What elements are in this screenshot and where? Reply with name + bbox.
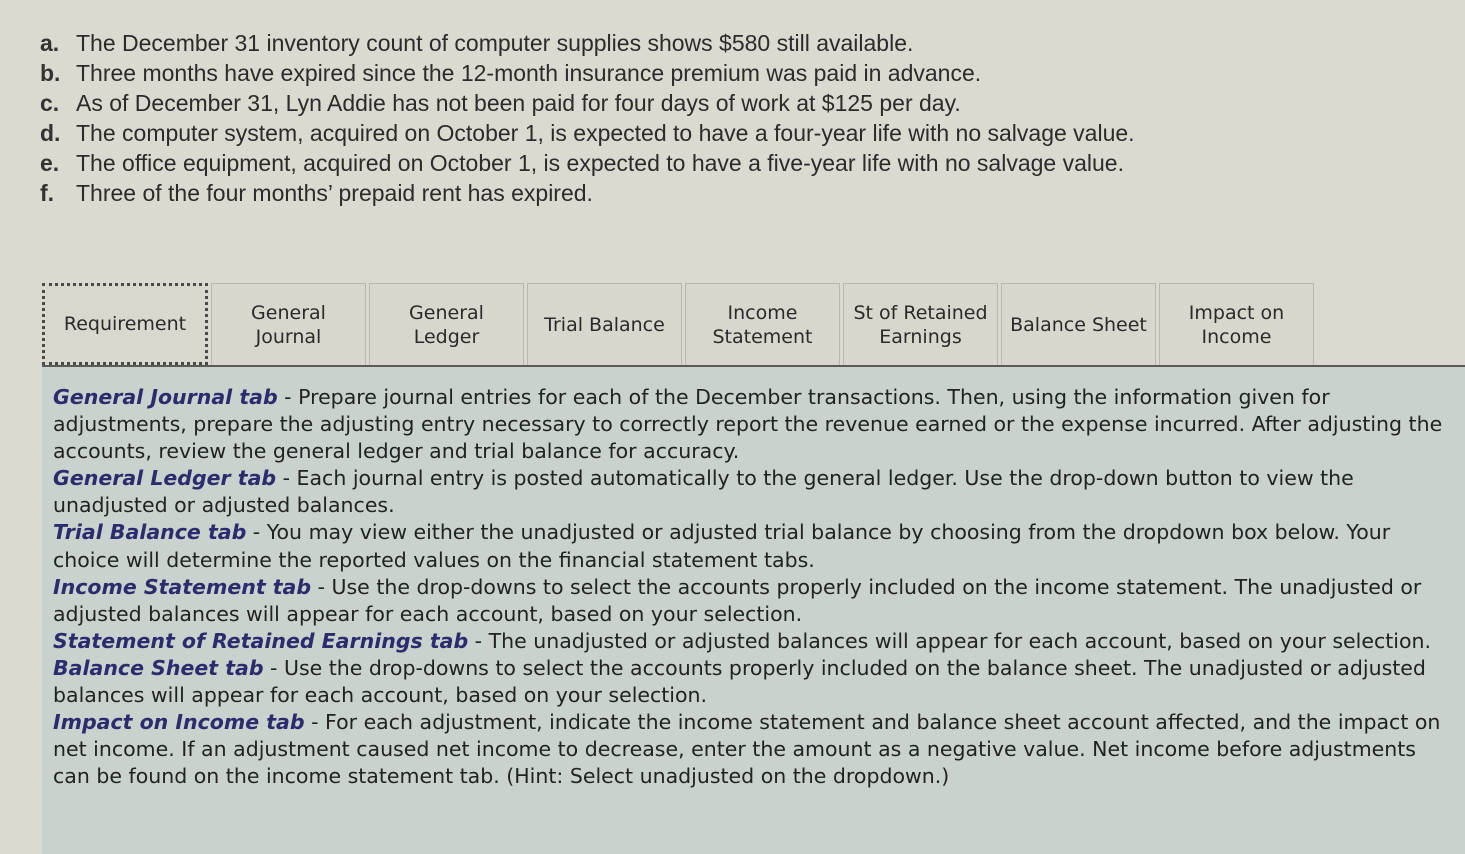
requirement-item: a. The December 31 inventory count of com… (40, 28, 1135, 58)
requirement-letter: e. (40, 150, 60, 176)
requirement-item: f. Three of the four months’ prepaid rent… (40, 178, 1135, 208)
instruction-balance-sheet: Balance Sheet tab - Use the drop-downs t… (53, 655, 1448, 709)
requirements-list: a. The December 31 inventory count of com… (40, 28, 1135, 208)
tab-label: Income Statement (712, 301, 813, 348)
tab-label: General Journal (251, 301, 326, 348)
tab-general-journal[interactable]: General Journal (211, 283, 366, 365)
tab-trial-balance[interactable]: Trial Balance (527, 283, 682, 365)
tab-label: Trial Balance (544, 313, 665, 336)
tab-label: General Ledger (409, 301, 484, 348)
instruction-separator: - (277, 385, 299, 409)
instruction-title: Impact on Income tab (53, 710, 305, 735)
requirement-item: c. As of December 31, Lyn Addie has not b… (40, 88, 1135, 118)
requirement-letter: a. (40, 30, 60, 56)
requirement-text: As of December 31, Lyn Addie has not bee… (76, 90, 961, 116)
requirement-text: Three months have expired since the 12-m… (76, 60, 982, 86)
requirement-letter: f. (40, 180, 55, 206)
instruction-income-statement: Income Statement tab - Use the drop-down… (53, 574, 1448, 628)
instruction-impact-on-income: Impact on Income tab - For each adjustme… (53, 709, 1448, 790)
instruction-title: General Journal tab (53, 385, 278, 409)
instruction-title: General Ledger tab (53, 466, 277, 491)
tab-st-of-retained-earnings[interactable]: St of Retained Earnings (843, 283, 998, 365)
requirement-item: d. The computer system, acquired on Octob… (40, 118, 1135, 148)
instruction-general-ledger: General Ledger tab - Each journal entry … (53, 465, 1448, 519)
instruction-text: The unadjusted or adjusted balances will… (488, 628, 1432, 653)
instruction-separator: - (246, 520, 267, 545)
instruction-retained-earnings: Statement of Retained Earnings tab - The… (53, 628, 1448, 655)
requirement-text: The computer system, acquired on October… (76, 120, 1135, 146)
instruction-separator: - (304, 710, 326, 735)
instruction-title: Statement of Retained Earnings tab (53, 628, 469, 653)
requirement-text: The December 31 inventory count of compu… (76, 30, 914, 56)
requirement-text: Three of the four months’ prepaid rent h… (76, 180, 593, 206)
tab-label: Impact on Income (1188, 301, 1285, 348)
tab-bar: Requirement General Journal General Ledg… (42, 283, 1317, 365)
instruction-separator: - (468, 628, 489, 653)
requirement-text: The office equipment, acquired on Octobe… (76, 150, 1124, 176)
requirement-letter: c. (40, 90, 60, 116)
requirement-item: b. Three months have expired since the 12… (40, 58, 1135, 88)
tab-balance-sheet[interactable]: Balance Sheet (1001, 283, 1156, 365)
instruction-separator: - (311, 574, 332, 599)
tab-general-ledger[interactable]: General Ledger (369, 283, 524, 365)
tab-label: St of Retained Earnings (853, 301, 988, 348)
instruction-general-journal: General Journal tab - Prepare journal en… (53, 384, 1448, 465)
instructions: General Journal tab - Prepare journal en… (53, 384, 1448, 790)
requirement-item: e. The office equipment, acquired on Octo… (40, 148, 1135, 178)
tab-impact-on-income[interactable]: Impact on Income (1159, 283, 1314, 365)
instruction-separator: - (276, 466, 297, 491)
instruction-title: Trial Balance tab (53, 520, 247, 545)
requirement-letter: d. (40, 120, 61, 146)
instruction-title: Balance Sheet tab (53, 655, 264, 680)
instruction-title: Income Statement tab (53, 574, 312, 599)
instruction-trial-balance: Trial Balance tab - You may view either … (53, 519, 1448, 573)
tab-label: Requirement (63, 313, 187, 335)
requirement-letter: b. (40, 60, 61, 86)
instruction-separator: - (263, 655, 284, 680)
tab-income-statement[interactable]: Income Statement (685, 283, 840, 365)
tab-label: Balance Sheet (1010, 313, 1147, 336)
tab-requirement[interactable]: Requirement (42, 283, 208, 365)
